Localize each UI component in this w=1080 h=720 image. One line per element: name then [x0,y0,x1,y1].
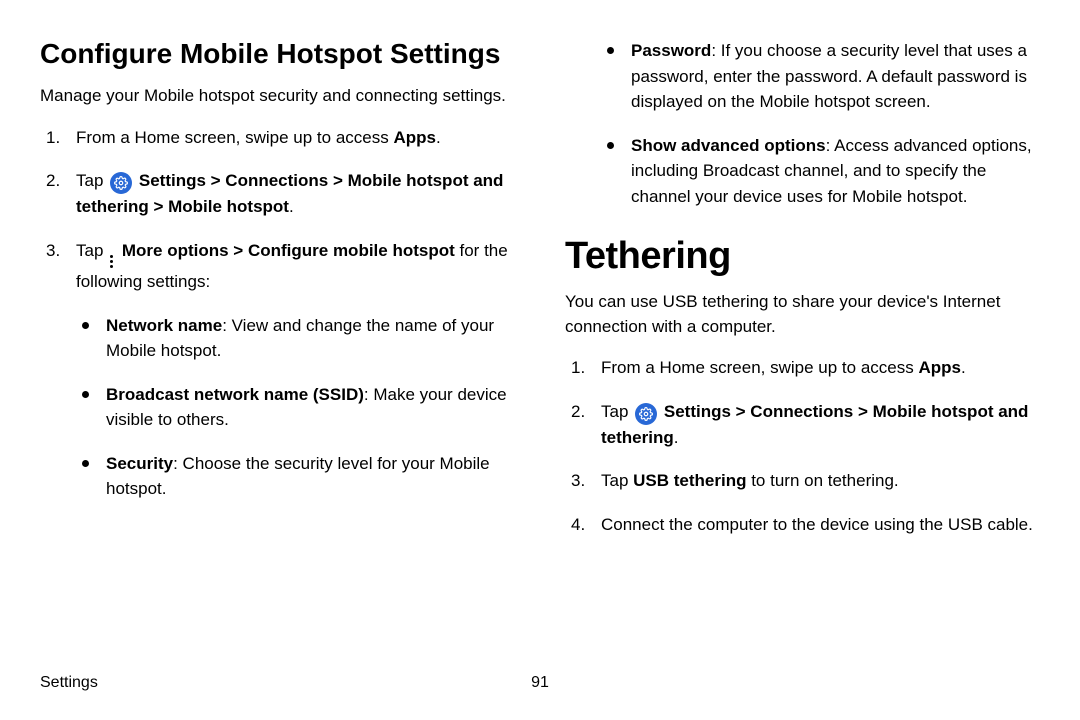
text: Tap [601,471,633,490]
text: Connect the computer to the device using… [601,515,1033,534]
text: . [674,428,679,447]
text: Tap [76,171,108,190]
text: Tap [601,402,633,421]
bold-text: USB tethering [633,471,746,490]
text: Tap [76,241,108,260]
step-item: From a Home screen, swipe up to access A… [565,355,1040,381]
text: to turn on tethering. [746,471,898,490]
bold-text: Password [631,41,711,60]
page-number: 91 [531,674,549,692]
bullet-item: Password: If you choose a security level… [601,38,1040,115]
step-item: Tap Settings > Connections > Mobile hots… [40,168,515,220]
bold-text: Apps [918,358,961,377]
sub-bullets: Network name: View and change the name o… [76,313,515,502]
steps-list-tethering: From a Home screen, swipe up to access A… [565,355,1040,537]
steps-list-configure: From a Home screen, swipe up to access A… [40,125,515,502]
bullet-item: Security: Choose the security level for … [76,451,515,502]
footer-label: Settings [40,674,98,692]
bold-text: More options > Configure mobile hotspot [117,241,455,260]
right-column: Password: If you choose a security level… [565,38,1040,555]
text: . [961,358,966,377]
step-item: Tap Settings > Connections > Mobile hots… [565,399,1040,451]
bullet-item: Network name: View and change the name o… [76,313,515,364]
bold-text: Broadcast network name (SSID) [106,385,364,404]
bold-text: Show advanced options [631,136,826,155]
text: From a Home screen, swipe up to access [601,358,918,377]
text: From a Home screen, swipe up to access [76,128,393,147]
bold-text: Apps [393,128,436,147]
bold-text: Settings > Connections > Mobile hotspot … [601,402,1028,447]
bold-text: Network name [106,316,222,335]
step-item: Tap More options > Configure mobile hots… [40,238,515,502]
bullet-item: Broadcast network name (SSID): Make your… [76,382,515,433]
more-options-icon [110,253,113,269]
gear-icon [635,403,657,425]
intro-text: Manage your Mobile hotspot security and … [40,84,515,109]
section-heading-configure: Configure Mobile Hotspot Settings [40,38,515,70]
step-item: From a Home screen, swipe up to access A… [40,125,515,151]
left-column: Configure Mobile Hotspot Settings Manage… [40,38,515,555]
text: . [289,197,294,216]
continued-bullets: Password: If you choose a security level… [565,38,1040,209]
section-heading-tethering: Tethering [565,235,1040,278]
page-footer: Settings 91 [40,674,1040,692]
gear-icon [110,172,132,194]
text: . [436,128,441,147]
bullet-item: Show advanced options: Access advanced o… [601,133,1040,210]
bold-text: Security [106,454,173,473]
intro-text: You can use USB tethering to share your … [565,290,1040,339]
step-item: Connect the computer to the device using… [565,512,1040,538]
step-item: Tap USB tethering to turn on tethering. [565,468,1040,494]
